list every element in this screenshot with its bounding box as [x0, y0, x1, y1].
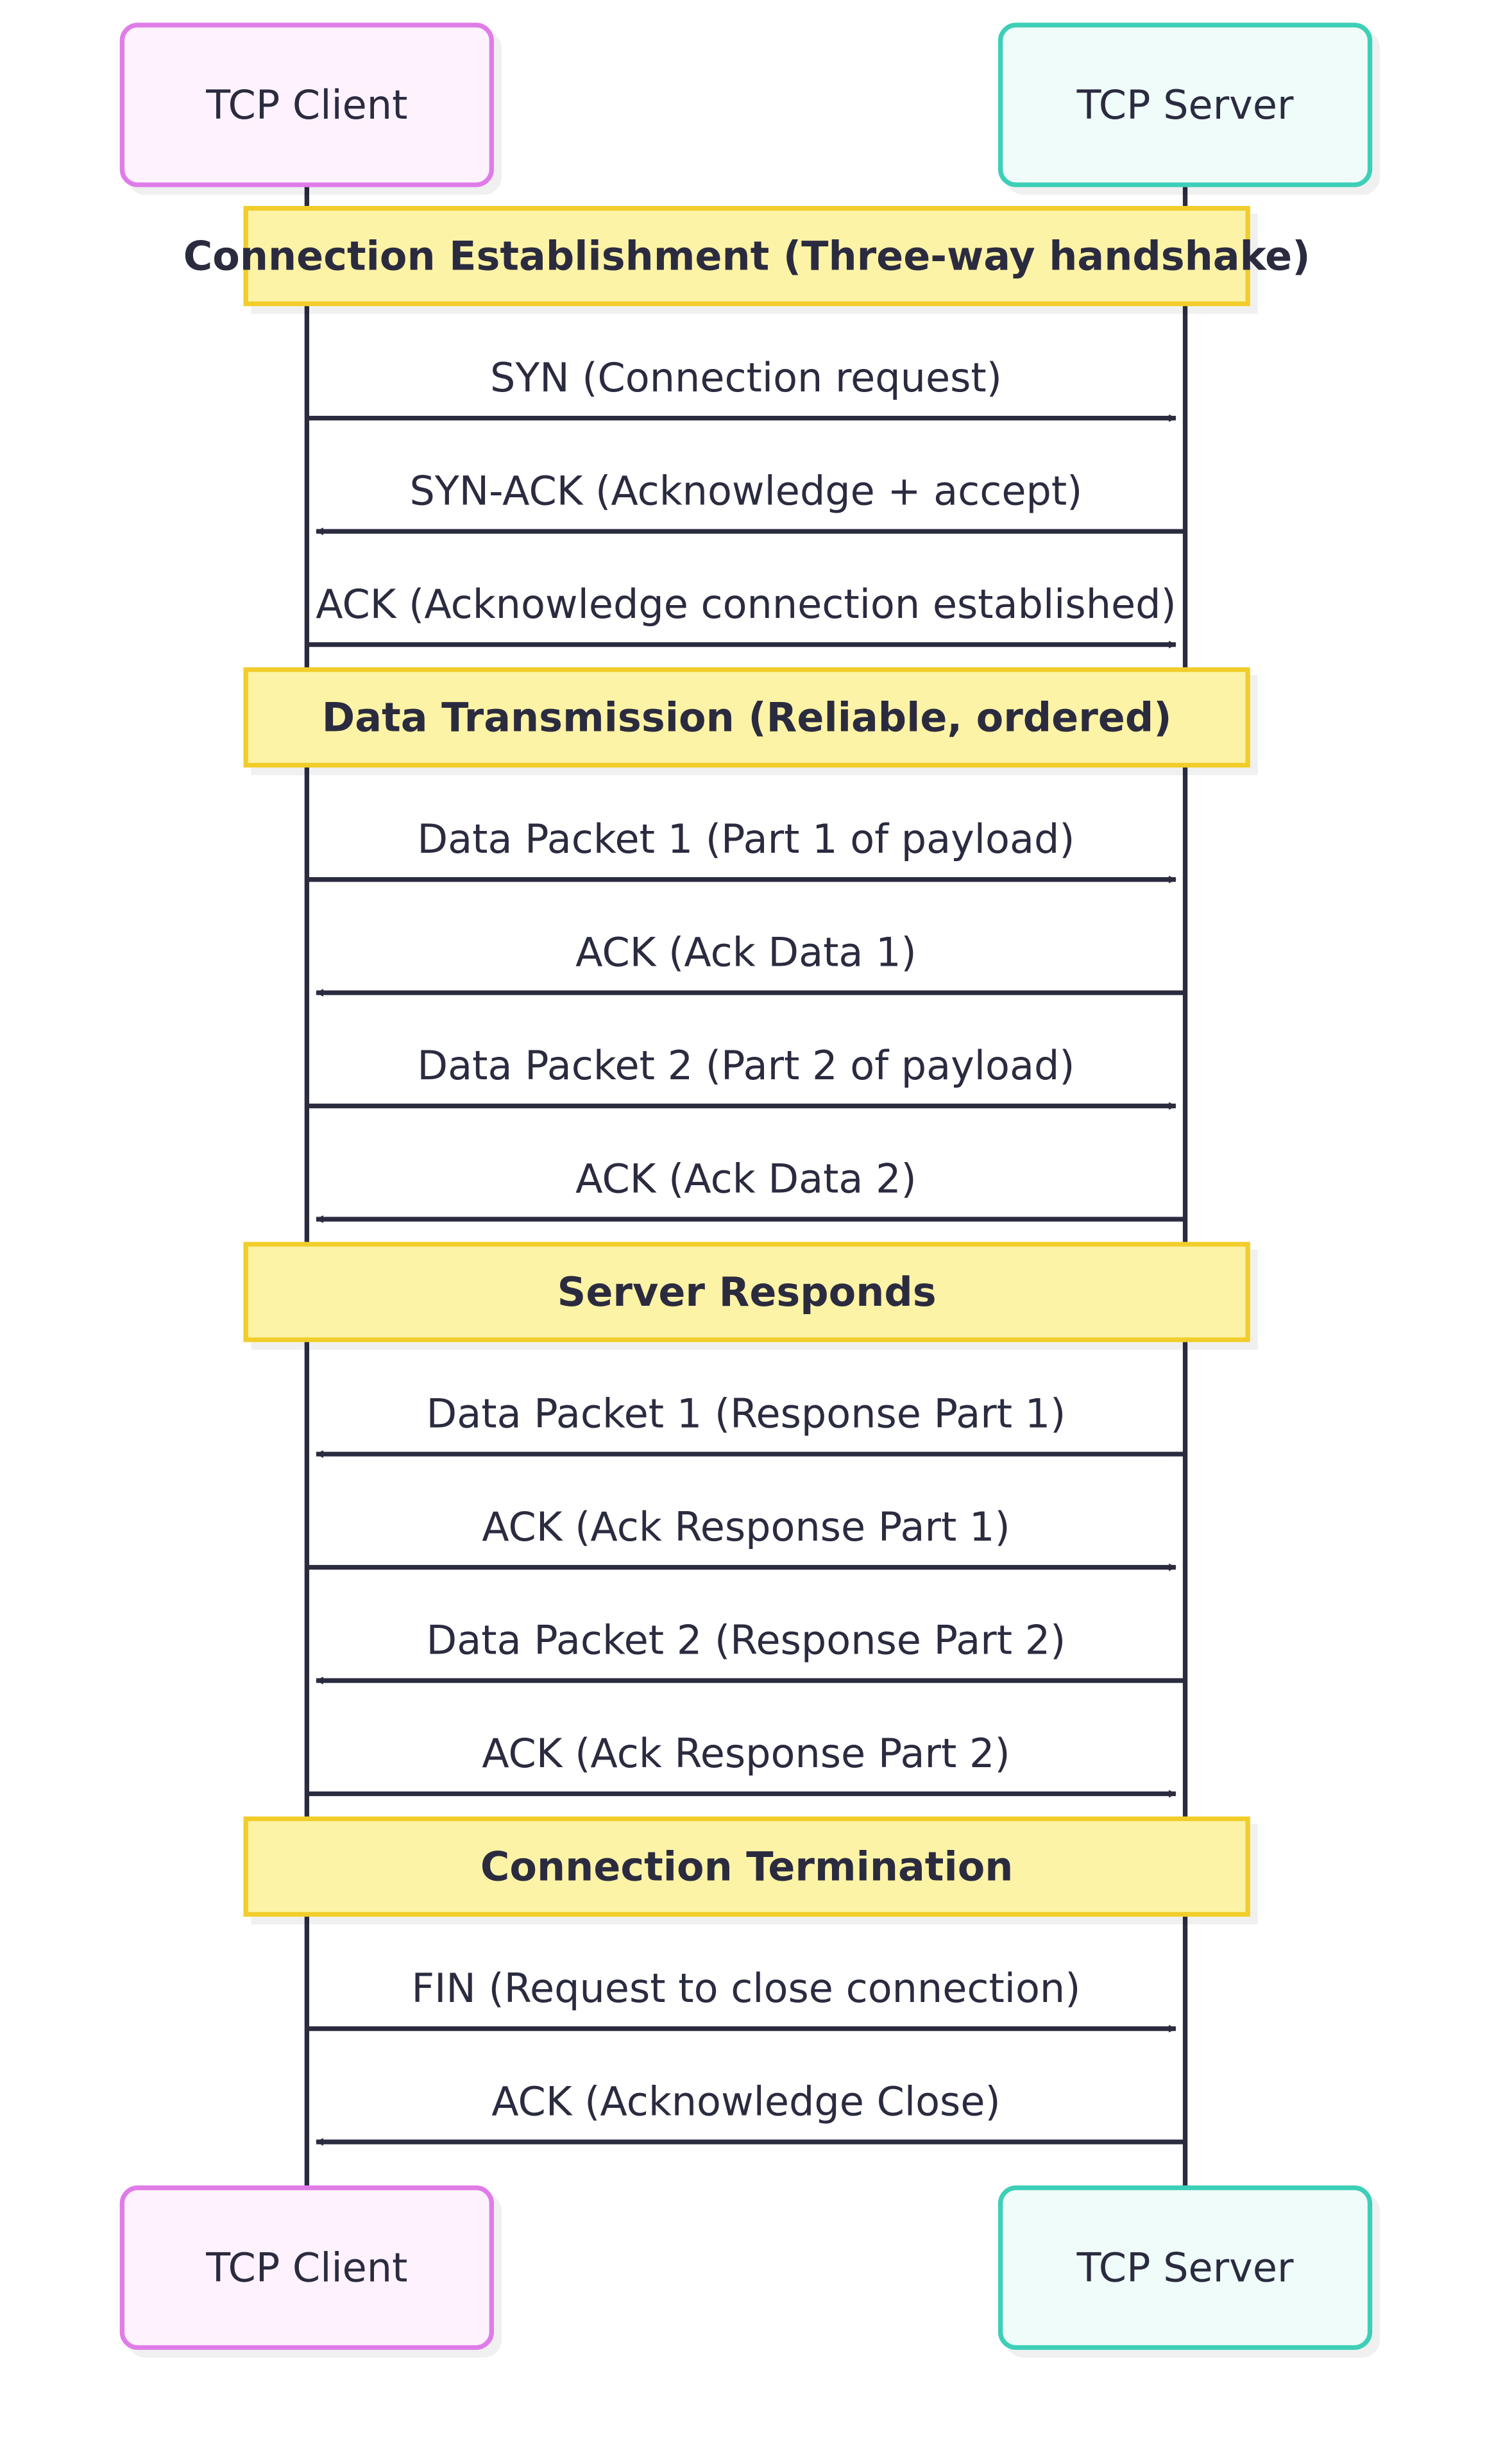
- message-1-0: Data Packet 1 (Part 1 of payload): [307, 816, 1176, 884]
- message-1-3: ACK (Ack Data 2): [316, 1156, 1185, 1224]
- message-label: ACK (Ack Data 1): [575, 929, 917, 976]
- message-0-0: SYN (Connection request): [307, 354, 1176, 422]
- message-3-0: FIN (Request to close connection): [307, 1965, 1176, 2033]
- note-section-0: Connection Establishment (Three-way hand…: [183, 205, 1311, 307]
- message-label: SYN (Connection request): [490, 354, 1002, 401]
- note-label: Server Responds: [557, 1269, 937, 1315]
- message-label: Data Packet 1 (Part 1 of payload): [417, 816, 1074, 862]
- sequence-diagram-canvas: Connection Establishment (Three-way hand…: [119, 22, 1373, 2350]
- note-label: Data Transmission (Reliable, ordered): [322, 694, 1172, 741]
- note-section-1: Data Transmission (Reliable, ordered): [243, 667, 1250, 768]
- participant-server-bottom: TCP Server: [998, 2185, 1373, 2350]
- message-label: ACK (Ack Response Part 1): [482, 1503, 1010, 1550]
- participant-label: TCP Client: [205, 2245, 407, 2291]
- message-0-1: SYN-ACK (Acknowledge + accept): [316, 468, 1185, 536]
- message-2-1: ACK (Ack Response Part 1): [307, 1503, 1176, 1571]
- message-label: ACK (Acknowledge Close): [491, 2078, 1000, 2125]
- message-label: FIN (Request to close connection): [411, 1965, 1080, 2012]
- message-1-2: Data Packet 2 (Part 2 of payload): [307, 1042, 1176, 1110]
- message-0-2: ACK (Acknowledge connection established): [307, 581, 1176, 649]
- participant-server-top: TCP Server: [998, 22, 1373, 187]
- message-label: ACK (Acknowledge connection established): [316, 581, 1176, 628]
- participant-label: TCP Server: [1076, 2245, 1294, 2291]
- message-label: Data Packet 2 (Part 2 of payload): [417, 1042, 1074, 1089]
- participant-label: TCP Server: [1076, 81, 1294, 128]
- note-section-2: Server Responds: [243, 1242, 1250, 1342]
- message-label: ACK (Ack Response Part 2): [482, 1730, 1010, 1777]
- message-1-1: ACK (Ack Data 1): [316, 929, 1185, 997]
- message-2-3: ACK (Ack Response Part 2): [307, 1730, 1176, 1798]
- participant-client-bottom: TCP Client: [119, 2185, 495, 2350]
- message-label: Data Packet 2 (Response Part 2): [427, 1617, 1066, 1664]
- note-label: Connection Establishment (Three-way hand…: [183, 233, 1311, 280]
- sequence-diagram: Connection Establishment (Three-way hand…: [0, 0, 1503, 2464]
- note-section-3: Connection Termination: [243, 1816, 1250, 1917]
- message-label: ACK (Ack Data 2): [575, 1156, 917, 1202]
- participant-client-top: TCP Client: [119, 22, 495, 187]
- message-2-0: Data Packet 1 (Response Part 1): [316, 1390, 1185, 1459]
- message-2-2: Data Packet 2 (Response Part 2): [316, 1617, 1185, 1685]
- message-label: Data Packet 1 (Response Part 1): [427, 1390, 1066, 1437]
- message-label: SYN-ACK (Acknowledge + accept): [410, 468, 1083, 515]
- message-3-1: ACK (Acknowledge Close): [316, 2078, 1185, 2146]
- note-label: Connection Termination: [480, 1843, 1014, 1890]
- participant-label: TCP Client: [205, 81, 407, 128]
